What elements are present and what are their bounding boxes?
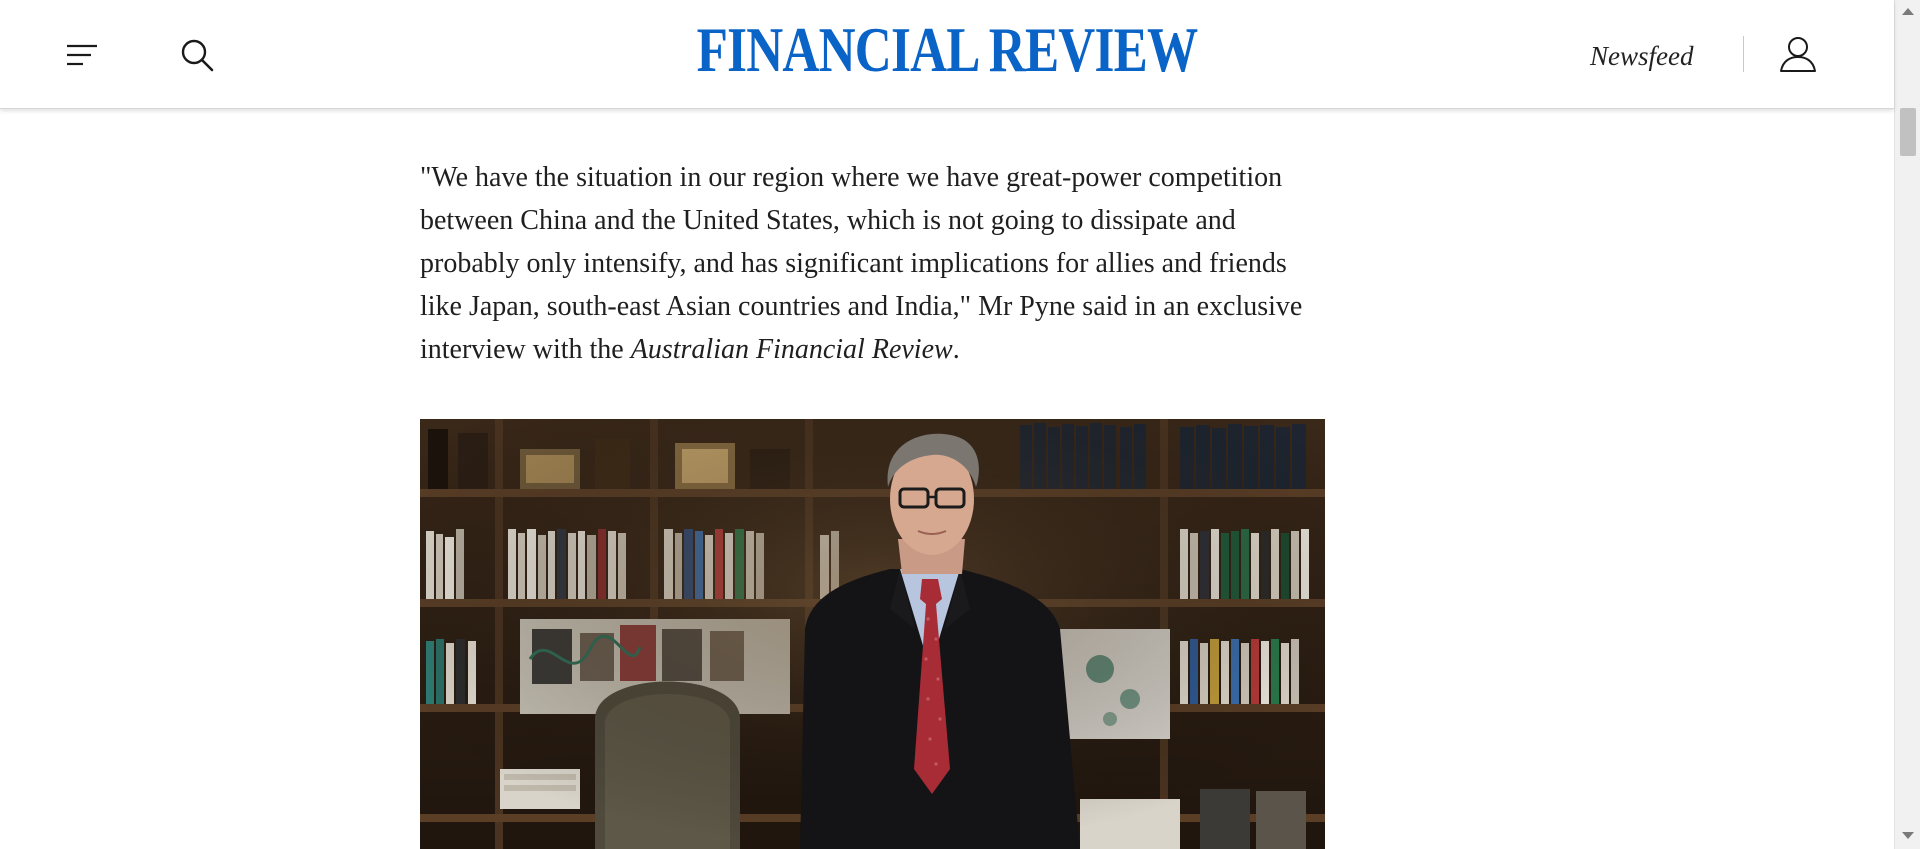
- newsfeed-link[interactable]: Newsfeed: [1590, 36, 1693, 76]
- scroll-up-arrow-icon[interactable]: [1902, 8, 1914, 15]
- menu-button[interactable]: [58, 34, 106, 76]
- user-account-icon: [1780, 37, 1816, 72]
- header-divider: [1743, 36, 1744, 72]
- publication-name: Australian Financial Review: [630, 334, 953, 365]
- account-button[interactable]: [1770, 32, 1826, 76]
- office-portrait-image: [420, 419, 1325, 849]
- scrollbar-thumb[interactable]: [1900, 108, 1916, 156]
- scroll-down-arrow-icon[interactable]: [1902, 832, 1914, 839]
- article-paragraph: "We have the situation in our region whe…: [420, 156, 1330, 371]
- page: FINANCIAL REVIEW Newsfeed "We have the s…: [0, 0, 1920, 849]
- search-button[interactable]: [172, 34, 222, 76]
- menu-icon: [67, 44, 97, 66]
- site-header: FINANCIAL REVIEW Newsfeed: [0, 0, 1894, 109]
- article-photo: [420, 419, 1325, 849]
- site-logo[interactable]: FINANCIAL REVIEW: [697, 10, 1199, 90]
- paragraph-end: .: [952, 334, 960, 365]
- search-icon: [181, 39, 214, 72]
- vertical-scrollbar[interactable]: [1894, 0, 1920, 849]
